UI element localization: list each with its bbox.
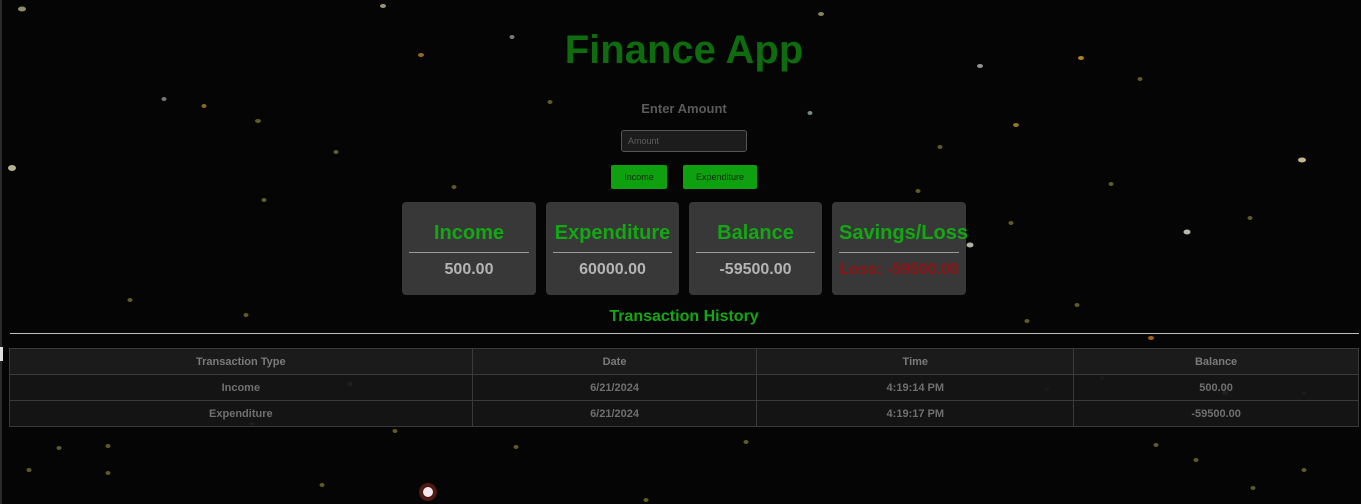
cell-date: 6/21/2024 [471, 374, 758, 401]
savings-loss-card: Savings/Loss Loss: -59500.00 [832, 202, 968, 295]
savings-loss-card-title: Savings/Loss [839, 222, 968, 253]
income-card: Income 500.00 [402, 202, 536, 295]
page-title: Finance App [564, 28, 804, 72]
cell-balance: 500.00 [1073, 374, 1359, 401]
column-header-balance: Balance [1073, 348, 1359, 375]
income-card-value: 500.00 [444, 261, 494, 278]
history-divider [10, 333, 1359, 334]
add-expenditure-button[interactable]: Expenditure [683, 165, 757, 189]
window-left-edge [0, 0, 2, 504]
cell-time: 4:19:14 PM [756, 374, 1075, 401]
column-header-transaction-type: Transaction Type [9, 348, 473, 375]
expenditure-card-title: Expenditure [553, 222, 672, 253]
balance-card: Balance -59500.00 [689, 202, 822, 295]
income-card-title: Income [409, 222, 529, 253]
animated-particle-background [8, 4, 1307, 502]
table-row: Expenditure 6/21/2024 4:19:17 PM -59500.… [9, 400, 1359, 427]
add-income-button[interactable]: Income [611, 165, 667, 189]
cell-date: 6/21/2024 [471, 400, 758, 427]
expenditure-card-value: 60000.00 [579, 261, 646, 278]
cell-transaction-type: Expenditure [9, 400, 473, 427]
amount-label: Enter Amount [641, 101, 727, 116]
table-header-row: Transaction Type Date Time Balance [9, 348, 1359, 375]
column-header-date: Date [471, 348, 758, 375]
cell-transaction-type: Income [9, 374, 473, 401]
balance-card-value: -59500.00 [719, 261, 792, 278]
transaction-history-table: Transaction Type Date Time Balance Incom… [9, 348, 1359, 427]
amount-input[interactable] [621, 130, 747, 152]
cell-time: 4:19:17 PM [756, 400, 1075, 427]
table-row: Income 6/21/2024 4:19:14 PM 500.00 [9, 374, 1359, 401]
balance-card-title: Balance [696, 222, 815, 253]
expenditure-card: Expenditure 60000.00 [546, 202, 679, 295]
cell-balance: -59500.00 [1073, 400, 1359, 427]
transaction-history-title: Transaction History [609, 308, 759, 325]
text-cursor-marker [0, 347, 3, 361]
column-header-time: Time [756, 348, 1075, 375]
savings-loss-card-value: Loss: -59500.00 [839, 261, 959, 278]
